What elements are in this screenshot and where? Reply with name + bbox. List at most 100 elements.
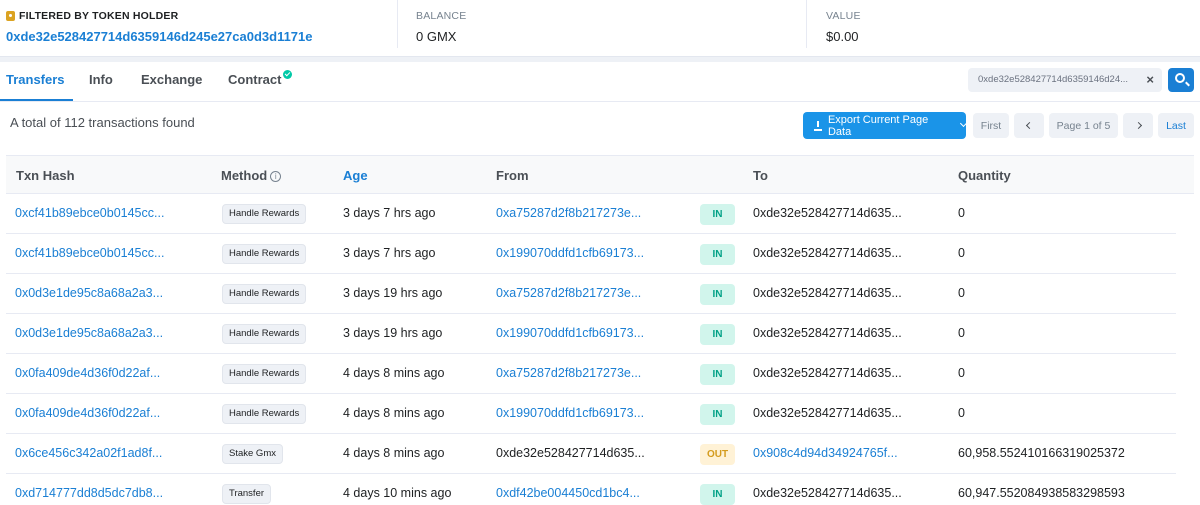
direction-badge: IN (700, 484, 735, 505)
chevron-right-icon (1134, 121, 1142, 130)
from-address-link[interactable]: 0x199070ddfd1cfb69173... (496, 326, 686, 340)
token-holder-summary: FILTERED BY TOKEN HOLDER 0xde32e52842771… (0, 0, 1200, 56)
txn-hash-link[interactable]: 0xcf41b89ebce0b0145cc... (15, 206, 205, 220)
tab-contract[interactable]: Contract (228, 70, 293, 87)
quantity-value: 0 (958, 206, 965, 220)
txn-hash-link[interactable]: 0x0d3e1de95c8a68a2a3... (15, 326, 205, 340)
col-quantity: Quantity (958, 168, 1011, 183)
quantity-value: 0 (958, 366, 965, 380)
direction-badge: OUT (700, 444, 735, 465)
method-badge: Handle Rewards (222, 244, 307, 264)
age-text: 4 days 8 mins ago (343, 446, 445, 460)
export-label: Export Current Page Data (827, 113, 929, 138)
chevron-left-icon (1025, 121, 1033, 130)
address-filter-input[interactable]: 0xde32e528427714d6359146d24... × (968, 68, 1162, 92)
method-badge: Handle Rewards (222, 284, 307, 304)
col-method: Method i (221, 168, 282, 183)
pagination-prev-button[interactable] (1014, 113, 1044, 138)
wallet-icon (6, 11, 15, 21)
address-filter-value: 0xde32e528427714d6359146d24... (978, 74, 1128, 85)
to-address: 0xde32e528427714d635... (753, 486, 902, 500)
to-address-link[interactable]: 0x908c4d94d34924765f... (753, 446, 943, 460)
balance-panel: BALANCE 0 GMX (397, 0, 800, 48)
age-text: 3 days 7 hrs ago (343, 206, 436, 220)
col-to: To (753, 168, 768, 183)
to-address: 0xde32e528427714d635... (753, 206, 902, 220)
value-label: VALUE (826, 10, 861, 22)
from-address-link[interactable]: 0xa75287d2f8b217273e... (496, 286, 686, 300)
table-row: 0xcf41b89ebce0b0145cc... Handle Rewards 3 … (6, 194, 1176, 234)
method-badge: Handle Rewards (222, 204, 307, 224)
direction-badge: IN (700, 284, 735, 305)
tab-exchange[interactable]: Exchange (141, 72, 202, 87)
quantity-value: 0 (958, 326, 965, 340)
tab-info[interactable]: Info (89, 72, 113, 87)
pagination-first-button[interactable]: First (973, 113, 1009, 138)
export-data-button[interactable]: Export Current Page Data (803, 112, 968, 139)
txn-hash-link[interactable]: 0x0d3e1de95c8a68a2a3... (15, 286, 205, 300)
direction-badge: IN (700, 204, 735, 225)
balance-label: BALANCE (416, 10, 467, 22)
quantity-value: 60,958.552410166319025372 (958, 446, 1125, 460)
table-row: 0x0fa409de4d36f0d22af... Handle Rewards 4 … (6, 354, 1176, 394)
age-text: 4 days 8 mins ago (343, 366, 445, 380)
quantity-value: 0 (958, 406, 965, 420)
direction-badge: IN (700, 364, 735, 385)
method-badge: Handle Rewards (222, 324, 307, 344)
method-badge: Transfer (222, 484, 272, 504)
to-address: 0xde32e528427714d635... (753, 246, 902, 260)
method-badge: Stake Gmx (222, 444, 283, 464)
holder-address-link[interactable]: 0xde32e528427714d6359146d245e27ca0d3d117… (6, 29, 313, 44)
txn-hash-link[interactable]: 0xcf41b89ebce0b0145cc... (15, 246, 205, 260)
col-txn-hash: Txn Hash (16, 168, 75, 183)
pagination-next-button[interactable] (1123, 113, 1153, 138)
value-amount: $0.00 (826, 29, 859, 44)
method-badge: Handle Rewards (222, 364, 307, 384)
info-icon[interactable]: i (270, 171, 282, 182)
from-address-link[interactable]: 0xa75287d2f8b217273e... (496, 366, 686, 380)
direction-badge: IN (700, 324, 735, 345)
filter-label: FILTERED BY TOKEN HOLDER (6, 10, 178, 22)
from-address-link[interactable]: 0xdf42be004450cd1bc4... (496, 486, 686, 500)
value-panel: VALUE $0.00 (806, 0, 1200, 48)
quantity-value: 0 (958, 286, 965, 300)
txn-hash-link[interactable]: 0x0fa409de4d36f0d22af... (15, 406, 205, 420)
from-address: 0xde32e528427714d635... (496, 446, 645, 460)
col-from: From (496, 168, 529, 183)
chevron-down-icon (959, 119, 968, 128)
active-tab-indicator (0, 99, 73, 101)
col-age[interactable]: Age (343, 168, 368, 183)
to-address: 0xde32e528427714d635... (753, 366, 902, 380)
pagination-page-indicator: Page 1 of 5 (1049, 113, 1118, 138)
txn-hash-link[interactable]: 0xd714777dd8d5dc7db8... (15, 486, 205, 500)
to-address: 0xde32e528427714d635... (753, 326, 902, 340)
tab-transfers[interactable]: Transfers (6, 72, 65, 87)
table-row: 0x6ce456c342a02f1ad8f... Stake Gmx 4 days … (6, 434, 1176, 474)
txn-hash-link[interactable]: 0x6ce456c342a02f1ad8f... (15, 446, 205, 460)
txn-hash-link[interactable]: 0x0fa409de4d36f0d22af... (15, 366, 205, 380)
pagination-last-button[interactable]: Last (1158, 113, 1194, 138)
table-row: 0xcf41b89ebce0b0145cc... Handle Rewards 3 … (6, 234, 1176, 274)
search-icon (1175, 73, 1185, 83)
table-row: 0x0fa409de4d36f0d22af... Handle Rewards 4 … (6, 394, 1176, 434)
age-text: 3 days 19 hrs ago (343, 326, 443, 340)
col-method-label: Method (221, 168, 268, 183)
holder-filter-panel: FILTERED BY TOKEN HOLDER 0xde32e52842771… (6, 0, 391, 48)
search-button[interactable] (1168, 68, 1194, 92)
from-address-link[interactable]: 0xa75287d2f8b217273e... (496, 206, 686, 220)
direction-badge: IN (700, 244, 735, 265)
age-text: 4 days 10 mins ago (343, 486, 452, 500)
age-text: 4 days 8 mins ago (343, 406, 445, 420)
close-icon[interactable]: × (1146, 72, 1154, 87)
download-icon (813, 120, 823, 131)
quantity-value: 0 (958, 246, 965, 260)
from-address-link[interactable]: 0x199070ddfd1cfb69173... (496, 406, 686, 420)
age-text: 3 days 19 hrs ago (343, 286, 443, 300)
from-address-link[interactable]: 0x199070ddfd1cfb69173... (496, 246, 686, 260)
direction-badge: IN (700, 404, 735, 425)
to-address: 0xde32e528427714d635... (753, 406, 902, 420)
quantity-value: 60,947.552084938583298593 (958, 486, 1125, 500)
verified-check-icon (283, 70, 293, 79)
table-header: Txn Hash Method i Age From To Quantity (6, 155, 1194, 194)
balance-value: 0 GMX (416, 29, 457, 44)
